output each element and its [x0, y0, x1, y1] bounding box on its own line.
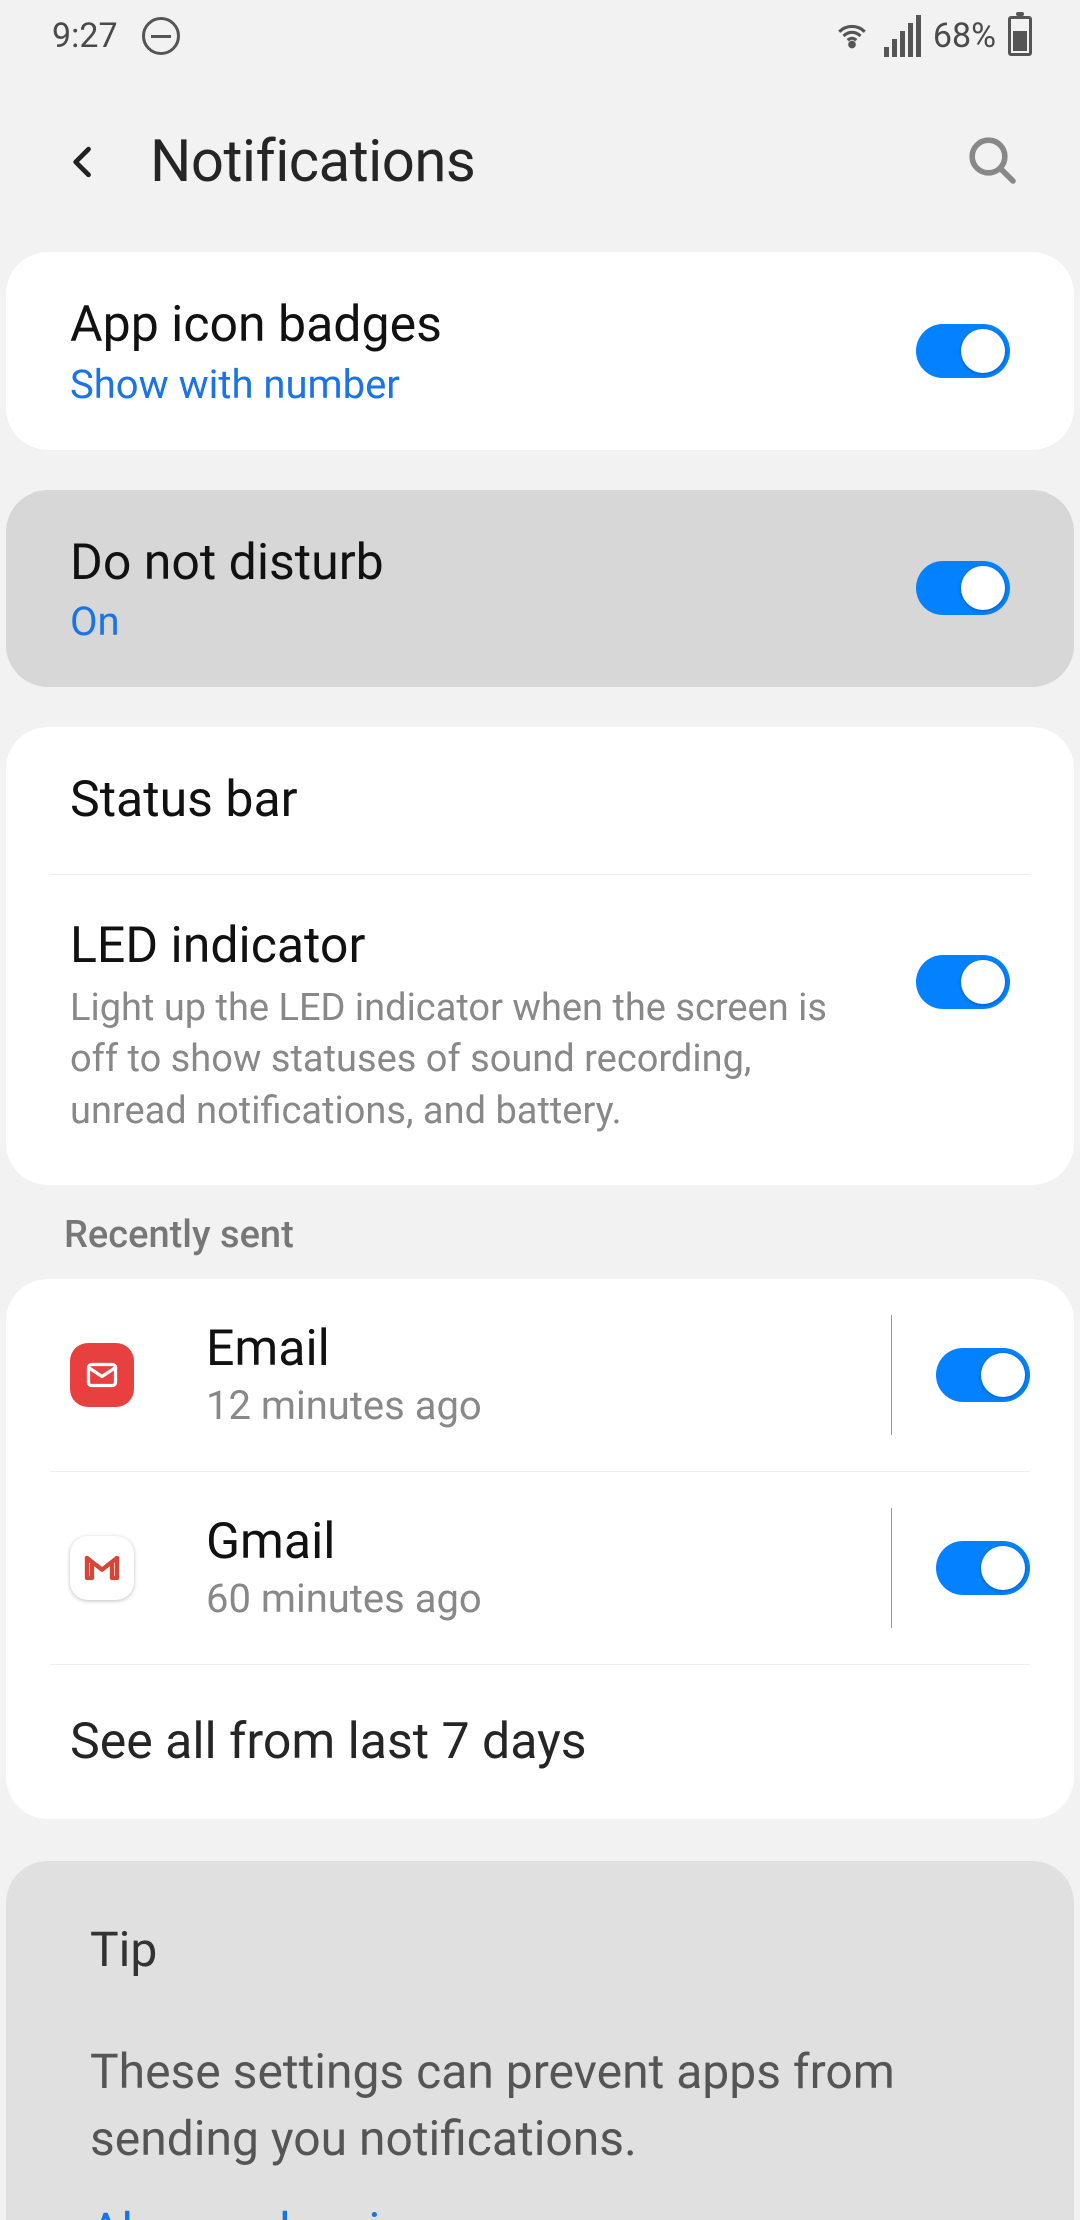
led-title: LED indicator — [70, 915, 916, 978]
gmail-name: Gmail — [206, 1513, 847, 1571]
search-button[interactable] — [964, 132, 1024, 192]
header: Notifications — [0, 72, 1080, 252]
gmail-time: 60 minutes ago — [206, 1575, 847, 1622]
recent-app-email[interactable]: Email 12 minutes ago — [6, 1279, 1074, 1471]
dnd-status-icon — [142, 17, 180, 55]
email-toggle[interactable] — [936, 1348, 1030, 1402]
email-app-icon — [70, 1343, 134, 1407]
tip-card: Tip These settings can prevent apps from… — [6, 1861, 1074, 2220]
tip-body: These settings can prevent apps from sen… — [90, 2038, 990, 2172]
app-icon-badges-row[interactable]: App icon badges Show with number — [6, 252, 1074, 450]
wifi-icon — [832, 19, 872, 53]
led-row[interactable]: LED indicator Light up the LED indicator… — [6, 875, 1074, 1185]
back-button[interactable] — [56, 135, 110, 189]
see-all-button[interactable]: See all from last 7 days — [6, 1665, 1074, 1819]
tip-link[interactable]: Always sleeping apps — [90, 2202, 990, 2220]
status-bar-row[interactable]: Status bar — [6, 727, 1074, 874]
page-title: Notifications — [150, 128, 924, 196]
divider — [891, 1315, 892, 1435]
dnd-title: Do not disturb — [70, 532, 916, 595]
dnd-sub: On — [70, 598, 916, 645]
recent-app-gmail[interactable]: Gmail 60 minutes ago — [6, 1472, 1074, 1664]
dnd-row[interactable]: Do not disturb On — [6, 490, 1074, 688]
badges-title: App icon badges — [70, 294, 916, 357]
gmail-toggle[interactable] — [936, 1541, 1030, 1595]
tip-title: Tip — [90, 1921, 990, 1978]
battery-icon — [1008, 16, 1032, 56]
status-bar: 9:27 68% — [0, 0, 1080, 72]
gmail-app-icon — [70, 1536, 134, 1600]
recently-sent-label: Recently sent — [0, 1185, 1080, 1279]
led-toggle[interactable] — [916, 955, 1010, 1009]
led-desc: Light up the LED indicator when the scre… — [70, 983, 830, 1137]
statusbar-title: Status bar — [70, 769, 1010, 832]
battery-percent: 68% — [933, 16, 996, 56]
badges-toggle[interactable] — [916, 324, 1010, 378]
email-time: 12 minutes ago — [206, 1382, 847, 1429]
dnd-toggle[interactable] — [916, 561, 1010, 615]
email-name: Email — [206, 1320, 847, 1378]
signal-icon — [884, 15, 921, 57]
divider — [891, 1508, 892, 1628]
status-time: 9:27 — [52, 16, 118, 56]
badges-sub: Show with number — [70, 361, 916, 408]
